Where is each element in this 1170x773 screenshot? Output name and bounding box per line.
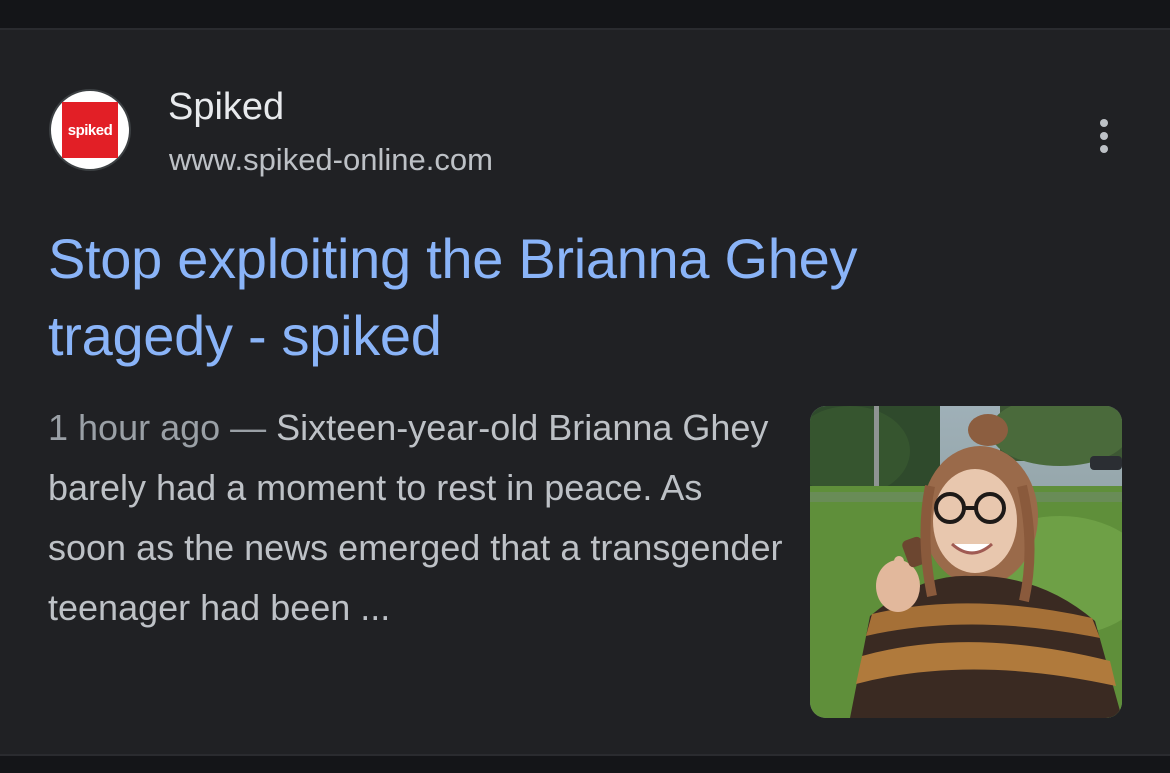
site-url[interactable]: www.spiked-online.com [169,140,493,180]
top-divider [0,0,1170,30]
result-thumbnail[interactable] [810,406,1122,718]
three-dots-vertical-icon [1100,145,1108,153]
snippet-separator: — [220,407,277,448]
favicon-logo-text: spiked [67,121,113,139]
site-name[interactable]: Spiked [168,84,284,130]
site-favicon[interactable]: spiked [49,89,131,171]
result-headline-link[interactable]: Stop exploiting the Brianna Ghey tragedy… [48,220,978,374]
more-options-button[interactable] [1088,112,1120,160]
three-dots-vertical-icon [1100,132,1108,140]
bottom-divider [0,754,1170,773]
spiked-logo-icon: spiked [62,102,118,158]
three-dots-vertical-icon [1100,119,1108,127]
result-snippet: 1 hour ago — Sixteen-year-old Brianna Gh… [48,398,788,638]
result-age: 1 hour ago [48,407,221,448]
photo-thumbnail [810,406,1122,718]
